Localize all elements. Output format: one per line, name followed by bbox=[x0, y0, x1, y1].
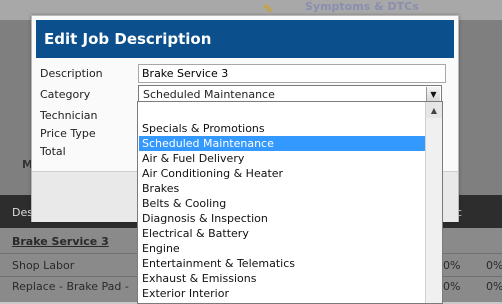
row-percent: 0% bbox=[486, 259, 502, 272]
row-percent: 0% bbox=[443, 259, 461, 272]
table-row-replace-brake-pad: Replace - Brake Pad - bbox=[12, 280, 129, 293]
dropdown-option[interactable]: Electrical & Battery bbox=[139, 226, 428, 241]
price-type-label: Price Type bbox=[40, 127, 96, 140]
dropdown-scrollbar[interactable]: ▲ bbox=[425, 102, 442, 303]
pencil-icon: ✎ bbox=[263, 2, 274, 16]
dropdown-option[interactable]: Specials & Promotions bbox=[139, 121, 428, 136]
description-label: Description bbox=[40, 67, 103, 80]
table-row-shop-labor: Shop Labor bbox=[12, 259, 75, 272]
chevron-down-icon[interactable]: ▼ bbox=[426, 87, 440, 101]
symptoms-tab: Symptoms & DTCs bbox=[305, 0, 419, 13]
dropdown-option[interactable]: Air & Fuel Delivery bbox=[139, 151, 428, 166]
dropdown-option[interactable]: Exterior Interior bbox=[139, 286, 428, 301]
row-percent: 0% bbox=[443, 280, 461, 293]
category-dropdown-list[interactable]: Specials & Promotions Scheduled Maintenan… bbox=[137, 101, 443, 304]
scroll-up-icon[interactable]: ▲ bbox=[426, 102, 442, 118]
dropdown-option[interactable]: Air Conditioning & Heater bbox=[139, 166, 428, 181]
total-label: Total bbox=[40, 145, 66, 158]
job-title-link: Brake Service 3 bbox=[12, 235, 109, 248]
dropdown-option[interactable]: Exhaust & Emissions bbox=[139, 271, 428, 286]
dialog-title: Edit Job Description bbox=[44, 30, 212, 48]
dropdown-option[interactable]: Belts & Cooling bbox=[139, 196, 428, 211]
dialog-header: Edit Job Description bbox=[36, 20, 454, 58]
dropdown-option[interactable]: Diagnosis & Inspection bbox=[139, 211, 428, 226]
category-label: Category bbox=[40, 88, 91, 101]
dropdown-option[interactable] bbox=[139, 106, 428, 121]
description-input[interactable] bbox=[138, 64, 446, 83]
dropdown-option[interactable]: Engine bbox=[139, 241, 428, 256]
table-header-description: Des bbox=[12, 206, 33, 219]
technician-label: Technician bbox=[40, 109, 98, 122]
row-percent: 0% bbox=[486, 280, 502, 293]
dropdown-option[interactable]: Brakes bbox=[139, 181, 428, 196]
dropdown-option[interactable]: Scheduled Maintenance bbox=[139, 136, 428, 151]
dropdown-option[interactable]: Entertainment & Telematics bbox=[139, 256, 428, 271]
category-select-value: Scheduled Maintenance bbox=[143, 88, 275, 101]
